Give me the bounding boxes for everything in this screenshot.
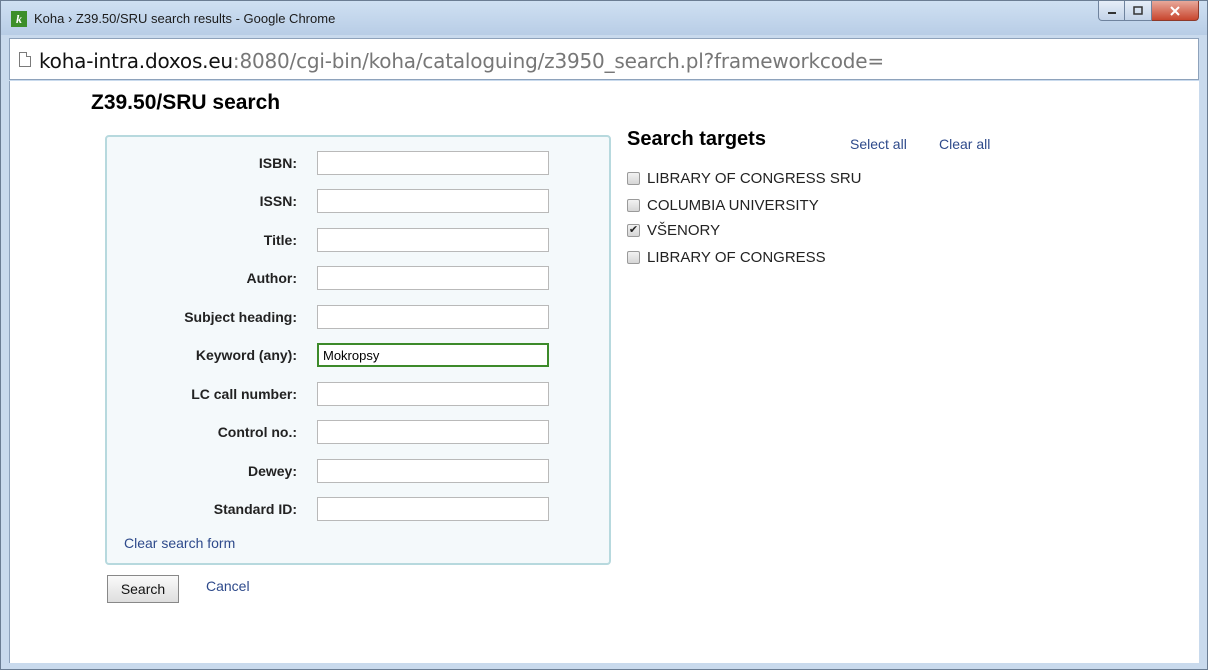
koha-app-icon: k (11, 11, 27, 27)
lc-call-number-input[interactable] (317, 382, 549, 406)
issn-row: ISSN: (107, 189, 609, 215)
author-input[interactable] (317, 266, 549, 290)
keyword-input[interactable] (317, 343, 549, 367)
subject-heading-input[interactable] (317, 305, 549, 329)
standard-id-input[interactable] (317, 497, 549, 521)
control-no-label: Control no.: (217, 424, 297, 440)
url-text[interactable]: koha-intra.doxos.eu:8080/cgi-bin/koha/ca… (39, 49, 884, 73)
lc-call-number-row: LC call number: (107, 382, 609, 408)
minimize-button[interactable] (1098, 1, 1125, 21)
subject-heading-row: Subject heading: (107, 305, 609, 331)
maximize-button[interactable] (1125, 1, 1152, 21)
standard-id-label: Standard ID: (213, 501, 297, 517)
target-checkbox-checked[interactable]: ✔ (627, 224, 640, 237)
page-title: Z39.50/SRU search (91, 91, 281, 114)
standard-id-row: Standard ID: (107, 497, 609, 523)
window-controls (1098, 1, 1199, 23)
search-targets-title: Search targets (627, 128, 766, 150)
page-icon (19, 52, 31, 67)
target-checkbox[interactable] (627, 251, 640, 264)
browser-window: k Koha › Z39.50/SRU search results - Goo… (0, 0, 1208, 670)
search-form: ISBN: ISSN: Title: Author: Subject headi… (105, 135, 611, 565)
target-label: LIBRARY OF CONGRESS SRU (647, 170, 862, 187)
title-row: Title: (107, 228, 609, 254)
title-bar: k Koha › Z39.50/SRU search results - Goo… (1, 1, 1207, 35)
select-all-link[interactable]: Select all (850, 136, 907, 152)
search-button[interactable]: Search (107, 575, 179, 603)
title-input[interactable] (317, 228, 549, 252)
target-label: LIBRARY OF CONGRESS (647, 249, 826, 266)
dewey-label: Dewey: (247, 463, 297, 479)
issn-input[interactable] (317, 189, 549, 213)
target-checkbox[interactable] (627, 172, 640, 185)
issn-label: ISSN: (259, 193, 297, 209)
url-host: koha-intra.doxos.eu (39, 49, 233, 73)
target-label: VŠENORY (647, 222, 721, 239)
subject-heading-label: Subject heading: (184, 309, 297, 325)
isbn-row: ISBN: (107, 151, 609, 177)
author-row: Author: (107, 266, 609, 292)
page-content: Z39.50/SRU search ISBN: ISSN: Title: Aut… (9, 81, 1199, 663)
close-icon (1170, 5, 1180, 16)
isbn-label: ISBN: (258, 155, 297, 171)
dewey-input[interactable] (317, 459, 549, 483)
maximize-icon (1133, 6, 1143, 15)
window-title: Koha › Z39.50/SRU search results - Googl… (34, 11, 336, 26)
target-label: COLUMBIA UNIVERSITY (647, 197, 819, 214)
clear-search-form-link[interactable]: Clear search form (124, 535, 235, 551)
address-bar[interactable]: koha-intra.doxos.eu:8080/cgi-bin/koha/ca… (9, 38, 1199, 80)
keyword-row: Keyword (any): (107, 343, 609, 369)
control-no-row: Control no.: (107, 420, 609, 446)
keyword-label: Keyword (any): (195, 347, 297, 363)
author-label: Author: (246, 270, 297, 286)
minimize-icon (1107, 11, 1116, 14)
control-no-input[interactable] (317, 420, 549, 444)
close-button[interactable] (1152, 1, 1199, 21)
lc-call-number-label: LC call number: (191, 386, 297, 402)
cancel-link[interactable]: Cancel (206, 578, 250, 594)
url-path: :8080/cgi-bin/koha/cataloguing/z3950_sea… (232, 49, 884, 73)
target-checkbox[interactable] (627, 199, 640, 212)
clear-all-link[interactable]: Clear all (939, 136, 990, 152)
isbn-input[interactable] (317, 151, 549, 175)
dewey-row: Dewey: (107, 459, 609, 485)
title-label: Title: (263, 232, 297, 248)
